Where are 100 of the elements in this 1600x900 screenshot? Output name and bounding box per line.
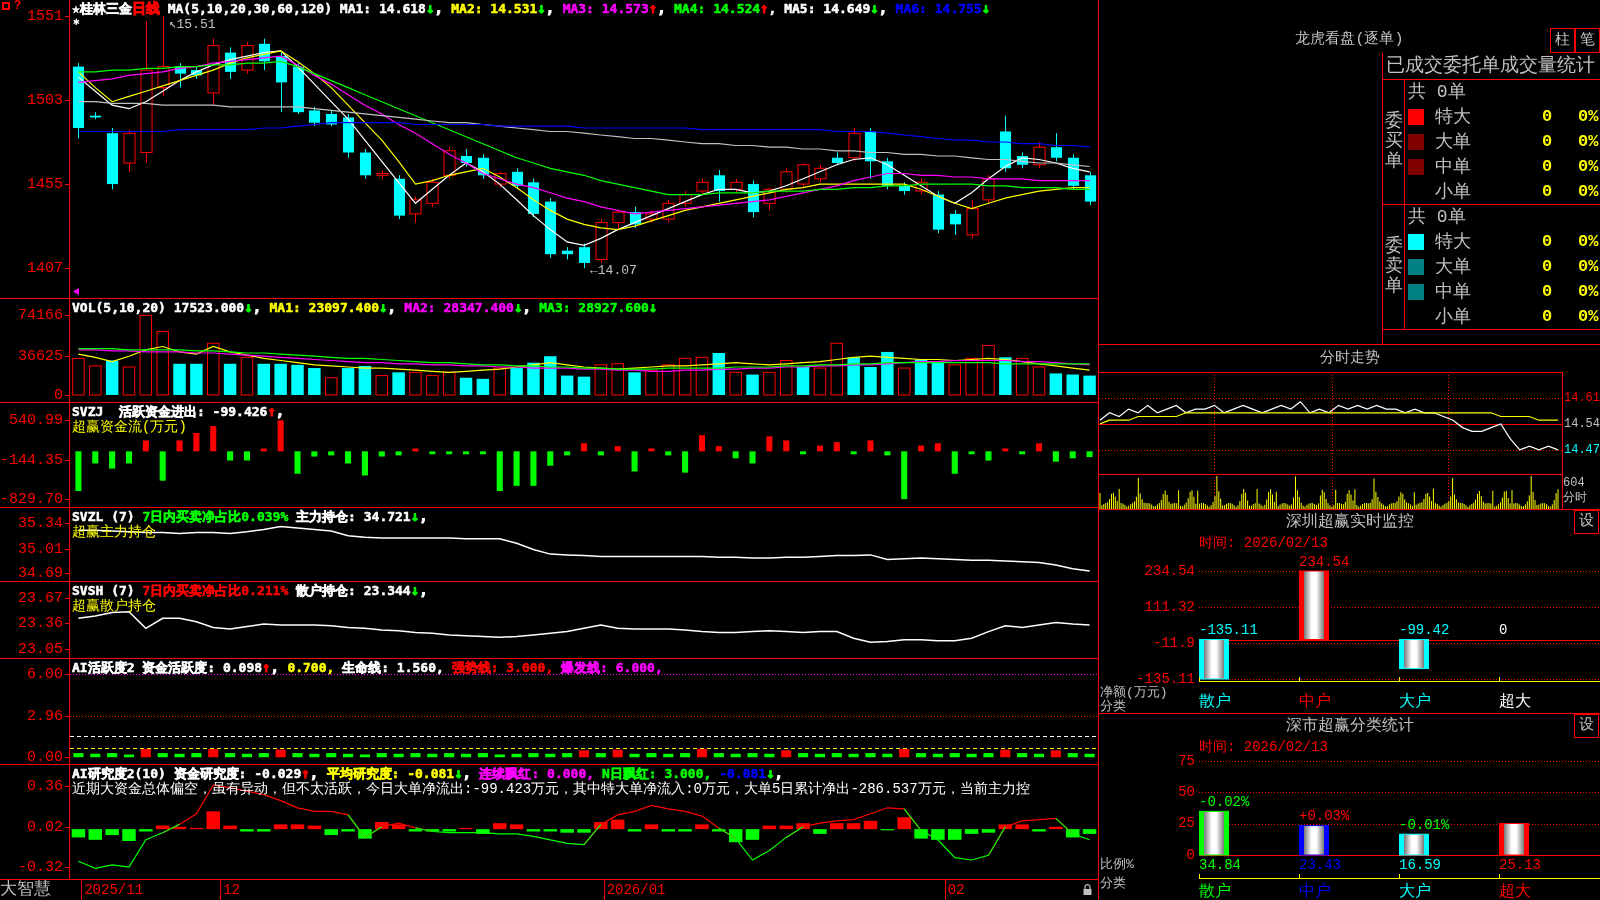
table-caption: 已成交委托单成交量统计: [1386, 55, 1595, 77]
axis-title: 分类: [1100, 876, 1126, 892]
legend-text: ↓: [379, 300, 388, 315]
axis-label: 6.00: [27, 666, 63, 682]
legend-text: AI研究度2(10) 资金研究度: -0.029: [72, 766, 302, 781]
price-annotation: ↖15.51: [168, 17, 216, 33]
date-label: 12: [220, 880, 240, 900]
panel-title: 分时走势: [1319, 349, 1380, 368]
value-label: 34.84: [1199, 856, 1241, 873]
legend-text: ★桂林三金: [72, 1, 132, 16]
order-count: 0: [1542, 255, 1553, 278]
period-label: 分时: [1563, 491, 1587, 506]
order-count: 0: [1542, 305, 1553, 328]
axis-label: 74166: [18, 307, 63, 323]
legend-text: -0.081: [718, 766, 767, 781]
order-share: 0%: [1578, 155, 1599, 178]
axis-label: 2.96: [27, 708, 63, 724]
legend-text: ,: [878, 1, 889, 16]
axis-label: 36625: [18, 348, 63, 364]
axis-label: 50: [1178, 784, 1195, 801]
axis-label: 23.05: [18, 641, 63, 657]
order-size-label: 中单: [1435, 280, 1471, 303]
panel-title: 深圳超赢实时监控: [1285, 513, 1414, 531]
legend-text: 强势线: 3.000,: [450, 660, 554, 675]
axis-label: -135.11: [1136, 670, 1195, 687]
change-label: +0.03%: [1299, 808, 1350, 825]
price-annotation: ←14.07: [590, 262, 637, 278]
date-label: 02: [944, 880, 965, 900]
order-share: 0%: [1578, 230, 1599, 253]
axis-label: 540.99: [9, 412, 63, 428]
panel-title: 龙虎看盘(逐单): [1295, 31, 1404, 49]
date-time-label: 时间: 2026/02/13: [1199, 739, 1328, 755]
legend-text: ↓: [766, 766, 775, 781]
order-total: 共 0单: [1408, 81, 1466, 103]
axis-label: 35.34: [18, 515, 63, 531]
legend-text: 爆发线: 6.000,: [560, 660, 663, 675]
indicator-note: 超赢资金流(万元): [72, 419, 187, 435]
axis-label: 234.54: [1144, 562, 1195, 579]
axis-label: 111.32: [1144, 598, 1195, 615]
volume-label: 604: [1563, 476, 1585, 491]
order-size-label: 中单: [1435, 155, 1471, 178]
legend-text: ,: [522, 300, 532, 315]
legend-text: ↓: [425, 1, 435, 16]
order-count: 0: [1542, 155, 1553, 178]
category-label: 大户: [1399, 693, 1431, 712]
value-label: 23.43: [1299, 856, 1341, 873]
category-label: 散户: [1199, 883, 1231, 900]
order-share: 0%: [1578, 280, 1599, 303]
axis-label: 0.02: [27, 819, 63, 835]
side-label: 委买单: [1384, 112, 1403, 172]
category-label: 中户: [1299, 693, 1331, 712]
order-share: 0%: [1578, 255, 1599, 278]
category-label: 中户: [1299, 883, 1331, 900]
category-label: 超大: [1499, 693, 1531, 712]
legend-text: ↓: [410, 583, 420, 598]
order-count: 0: [1542, 130, 1553, 153]
legend-text: ,: [387, 300, 397, 315]
side-label: 委卖单: [1384, 237, 1403, 297]
legend-text: ,: [275, 404, 285, 419]
axis-label: 1551: [27, 8, 63, 24]
order-count: 0: [1542, 230, 1553, 253]
axis-label: 35.01: [18, 541, 63, 557]
legend-text: ↓: [410, 509, 420, 524]
axis-label: 14.54: [1564, 416, 1600, 431]
order-size-label: 小单: [1435, 305, 1471, 328]
legend-text: MA3: 28927.600: [539, 300, 649, 315]
legend-text: SVZJ 活跃资金进出: -99.426: [72, 404, 268, 419]
legend-text: ,: [774, 766, 784, 781]
axis-label: -829.70: [0, 491, 63, 507]
legend-text: ,: [434, 1, 444, 16]
legend-text: SVZL (7): [72, 509, 136, 524]
order-share: 0%: [1578, 305, 1599, 328]
legend-text: AI活跃度2 资金活跃度: 0.098: [72, 660, 263, 675]
category-label: 超大: [1499, 883, 1531, 900]
legend-text: MA1: 14.618: [339, 1, 426, 16]
date-label: 2025/11: [81, 880, 144, 900]
brand-label: 大智慧: [0, 880, 52, 900]
order-size-label: 大单: [1435, 130, 1471, 153]
legend-text: ,: [270, 660, 280, 675]
axis-label: -0.32: [18, 859, 63, 875]
date-label: 2026/01: [603, 880, 666, 900]
legend-text: , MA5: 14.649: [768, 1, 871, 16]
legend-text: MA1: 23097.400: [269, 300, 380, 315]
axis-label: 14.61: [1564, 390, 1600, 405]
legend-text: ↑: [262, 660, 271, 675]
axis-label: 0: [54, 387, 63, 403]
date-time-label: 时间: 2026/02/13: [1199, 535, 1328, 551]
value-label: -135.11: [1199, 622, 1258, 639]
legend-text: ↓: [244, 300, 253, 315]
legend-text: MA2: 14.531: [451, 1, 538, 16]
legend-text: VOL(5,10,20) 17523.000: [72, 300, 245, 315]
axis-label: 1407: [27, 260, 63, 276]
axis-title: 比例%: [1100, 857, 1134, 873]
value-label: -99.42: [1399, 622, 1450, 639]
legend-text: ↓: [537, 1, 546, 16]
legend-text: 主力持仓: 34.721: [295, 509, 411, 524]
axis-title: 净额(万元): [1100, 685, 1168, 701]
axis-title: 分类: [1100, 699, 1126, 713]
axis-label: 14.47: [1564, 442, 1600, 457]
legend-text: ↑: [760, 1, 769, 16]
